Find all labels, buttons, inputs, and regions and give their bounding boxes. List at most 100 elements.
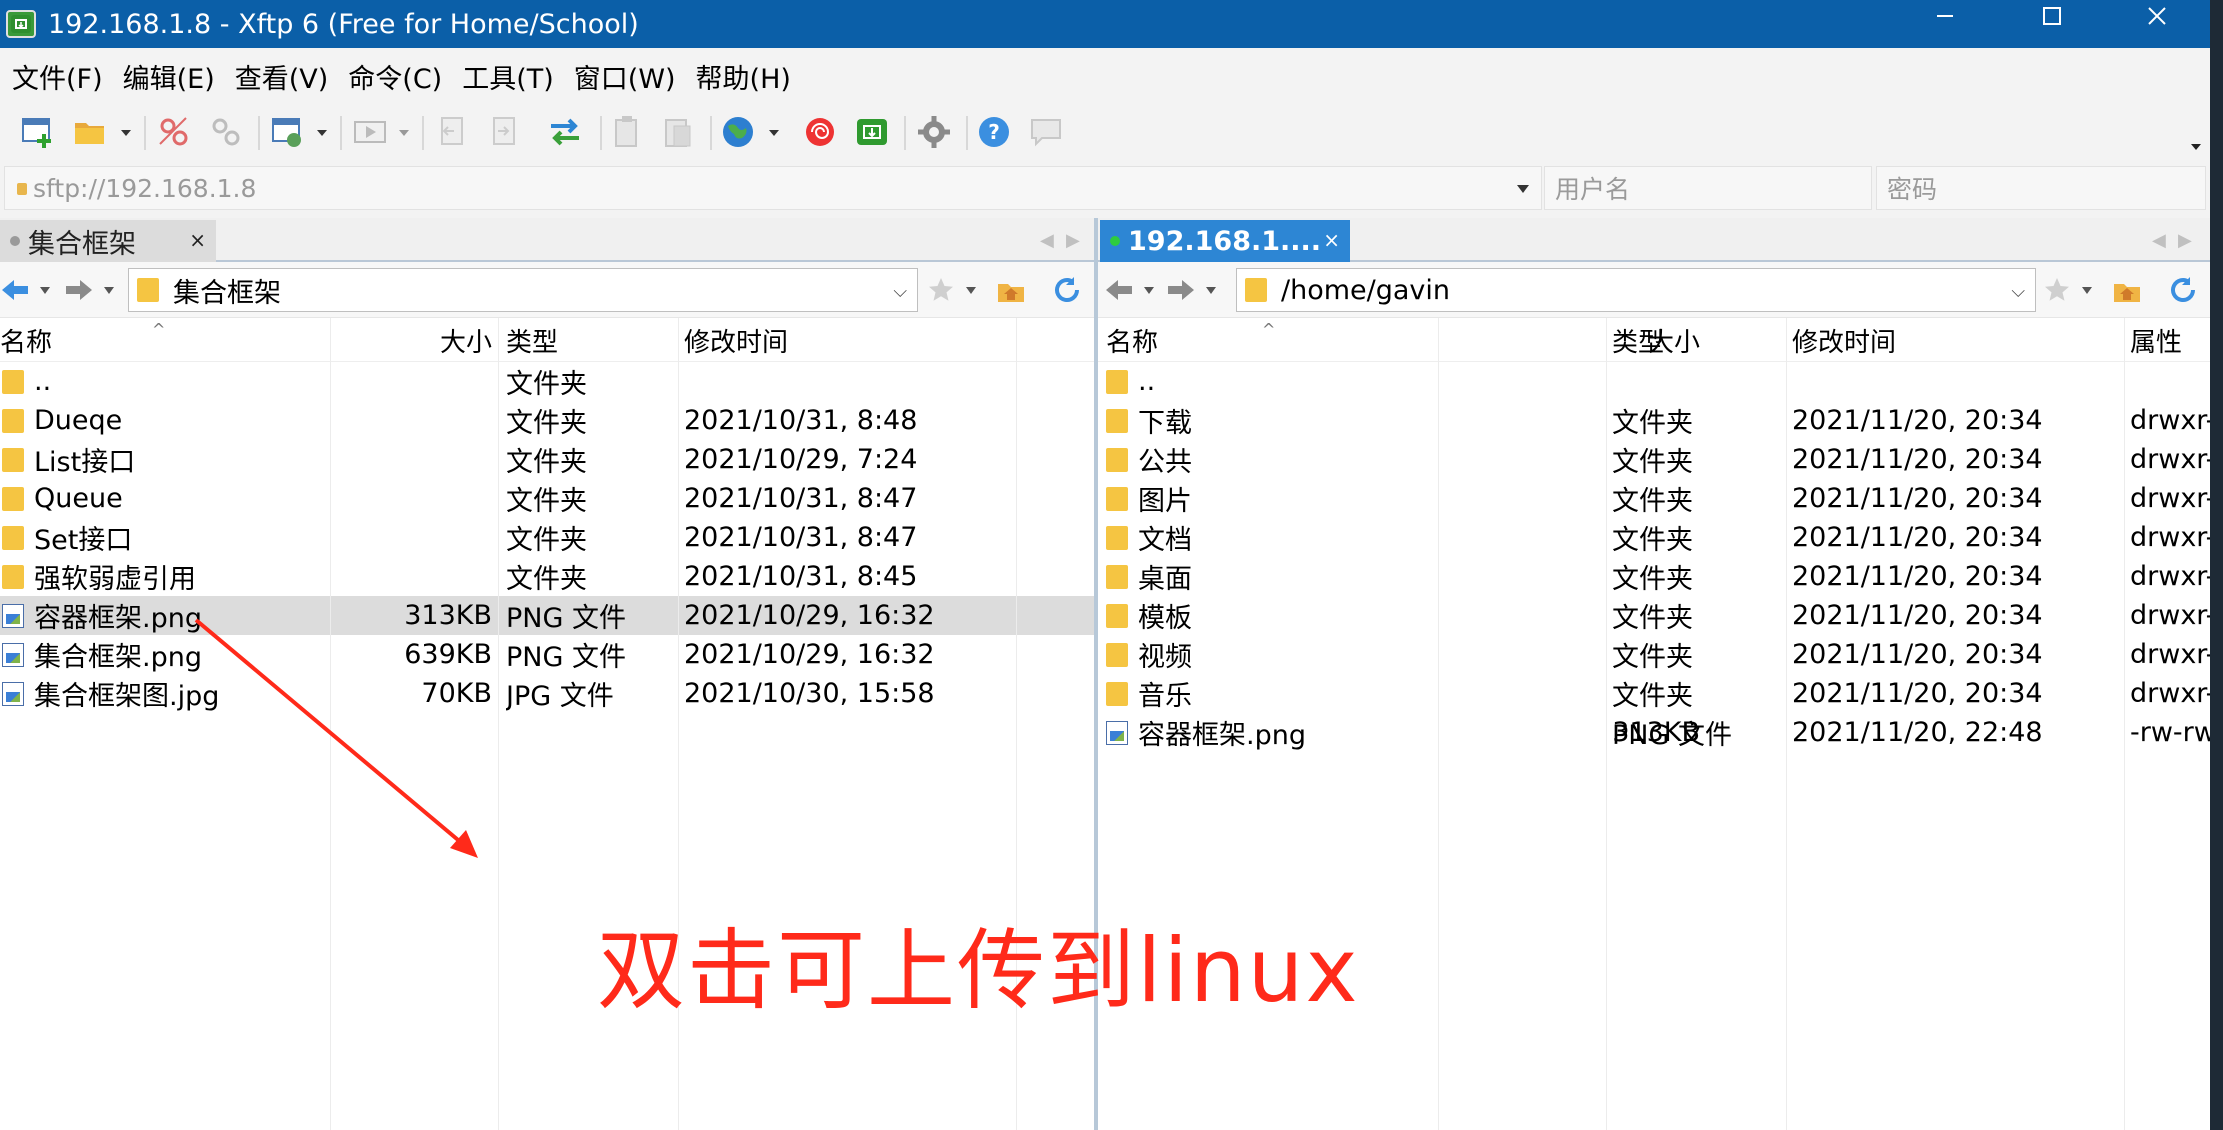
reconnect-icon[interactable] <box>206 112 246 152</box>
password-field[interactable]: 密码 <box>1876 166 2206 210</box>
table-row[interactable]: Dueqe 文件夹 2021/10/31, 8:48 <box>0 401 1094 440</box>
table-row[interactable]: 文档 文件夹 2021/11/20, 20:34 drwxr- <box>1098 518 2210 557</box>
open-dropdown-icon[interactable] <box>120 124 132 136</box>
home-folder-icon[interactable] <box>2112 276 2142 304</box>
table-row[interactable]: 音乐 文件夹 2021/11/20, 20:34 drwxr- <box>1098 674 2210 713</box>
globe-icon[interactable] <box>718 112 758 152</box>
svg-text:?: ? <box>988 120 1000 144</box>
play-dropdown-icon[interactable] <box>398 124 410 136</box>
tab-prev-icon[interactable]: ◀ <box>1040 230 1054 251</box>
menu-edit[interactable]: 编辑(E) <box>115 57 223 96</box>
new-session-icon[interactable] <box>18 112 58 152</box>
col-modified-header[interactable]: 修改时间 <box>684 318 788 362</box>
tab-remote[interactable]: 192.168.1.... × <box>1100 220 1350 262</box>
col-name-header[interactable]: 名称 <box>1106 318 1158 362</box>
table-row[interactable]: 容器框架.png 313KB PNG 文件 2021/11/20, 22:48 -rw-… <box>1098 713 2210 752</box>
star-dropdown-icon[interactable] <box>966 287 976 294</box>
address-dropdown-icon[interactable] <box>1517 185 1529 193</box>
table-row[interactable]: 公共 文件夹 2021/11/20, 20:34 drwxr- <box>1098 440 2210 479</box>
sort-ascending-icon: ^ <box>152 320 166 339</box>
chevron-down-icon[interactable]: ⌵ <box>893 281 907 302</box>
col-modified-header[interactable]: 修改时间 <box>1792 318 1896 362</box>
toolbar-separator <box>422 116 424 150</box>
table-row[interactable]: 视频 文件夹 2021/11/20, 20:34 drwxr- <box>1098 635 2210 674</box>
file-type-cell: PNG 文件 <box>506 603 626 634</box>
table-row[interactable]: 模板 文件夹 2021/11/20, 20:34 drwxr- <box>1098 596 2210 635</box>
chevron-down-icon[interactable]: ⌵ <box>2011 281 2025 302</box>
table-row[interactable]: List接口 文件夹 2021/10/29, 7:24 <box>0 440 1094 479</box>
close-icon[interactable]: × <box>1323 228 1340 252</box>
table-row[interactable]: 图片 文件夹 2021/11/20, 20:34 drwxr- <box>1098 479 2210 518</box>
address-input[interactable]: sftp://192.168.1.8 <box>4 166 1542 210</box>
col-size-header[interactable]: 大小 <box>330 318 492 362</box>
table-row[interactable]: .. <box>1098 362 2210 401</box>
toolbar-overflow-icon[interactable] <box>2190 138 2202 150</box>
star-icon[interactable] <box>926 276 956 304</box>
menu-window[interactable]: 窗口(W) <box>566 57 684 96</box>
file-size-cell <box>330 518 492 557</box>
menu-help[interactable]: 帮助(H) <box>688 57 799 96</box>
disconnect-icon[interactable] <box>154 112 194 152</box>
chat-icon[interactable] <box>1026 112 1066 152</box>
col-name-header[interactable]: 名称 <box>0 318 52 362</box>
table-row[interactable]: 强软弱虚引用 文件夹 2021/10/31, 8:45 <box>0 557 1094 596</box>
paste-icon[interactable] <box>608 112 648 152</box>
toolbar-separator <box>904 116 906 150</box>
username-field[interactable]: 用户名 <box>1544 166 1872 210</box>
table-row[interactable]: Queue 文件夹 2021/10/31, 8:47 <box>0 479 1094 518</box>
properties-icon[interactable] <box>268 112 308 152</box>
minimize-button[interactable] <box>1900 0 1990 32</box>
star-dropdown-icon[interactable] <box>2082 287 2092 294</box>
close-icon[interactable]: × <box>189 228 206 252</box>
file-attr-cell: drwxr- <box>2130 522 2210 553</box>
file-modified-cell: 2021/11/20, 20:34 <box>1792 561 2043 592</box>
col-attr-header[interactable]: 属性 <box>2130 318 2182 362</box>
gear-icon[interactable] <box>914 112 954 152</box>
table-row[interactable]: 集合框架.png 639KB PNG 文件 2021/10/29, 16:32 <box>0 635 1094 674</box>
remote-path-combo[interactable]: /home/gavin ⌵ <box>1236 268 2036 312</box>
paste2-icon[interactable] <box>658 112 698 152</box>
table-row[interactable]: 下载 文件夹 2021/11/20, 20:34 drwxr- <box>1098 401 2210 440</box>
xshell-icon[interactable] <box>800 112 840 152</box>
xftp-icon[interactable] <box>852 112 892 152</box>
maximize-button[interactable] <box>2007 0 2097 32</box>
tab-next-icon[interactable]: ▶ <box>2178 230 2192 251</box>
properties-dropdown-icon[interactable] <box>316 124 328 136</box>
table-row[interactable]: 桌面 文件夹 2021/11/20, 20:34 drwxr- <box>1098 557 2210 596</box>
tab-prev-icon[interactable]: ◀ <box>2152 230 2166 251</box>
back-dropdown-icon[interactable] <box>1144 287 1154 294</box>
copy-left-icon[interactable] <box>432 112 472 152</box>
refresh-icon[interactable] <box>2168 276 2198 304</box>
forward-dropdown-icon[interactable] <box>104 287 114 294</box>
open-folder-icon[interactable] <box>70 112 110 152</box>
table-row[interactable]: .. 文件夹 <box>0 362 1094 401</box>
globe-dropdown-icon[interactable] <box>768 124 780 136</box>
back-arrow-icon[interactable] <box>0 276 30 304</box>
back-dropdown-icon[interactable] <box>40 287 50 294</box>
table-row[interactable]: 集合框架图.jpg 70KB JPG 文件 2021/10/30, 15:58 <box>0 674 1094 713</box>
menu-file[interactable]: 文件(F) <box>4 57 111 96</box>
menu-tools[interactable]: 工具(T) <box>454 57 562 96</box>
back-arrow-icon[interactable] <box>1104 276 1134 304</box>
table-row[interactable]: Set接口 文件夹 2021/10/31, 8:47 <box>0 518 1094 557</box>
tab-local[interactable]: 集合框架 × <box>0 220 216 262</box>
play-icon[interactable] <box>350 112 390 152</box>
remote-header-row: 名称 ^ 大小 类型 修改时间 属性 <box>1098 318 2210 362</box>
help-icon[interactable]: ? <box>974 112 1014 152</box>
forward-arrow-icon[interactable] <box>1166 276 1196 304</box>
close-window-button[interactable] <box>2112 0 2202 32</box>
transfer-icon[interactable] <box>545 112 585 152</box>
menu-command[interactable]: 命令(C) <box>340 57 450 96</box>
forward-arrow-icon[interactable] <box>64 276 94 304</box>
tab-next-icon[interactable]: ▶ <box>1066 230 1080 251</box>
forward-dropdown-icon[interactable] <box>1206 287 1216 294</box>
menu-view[interactable]: 查看(V) <box>227 57 337 96</box>
col-type-header[interactable]: 类型 <box>506 318 558 362</box>
table-row[interactable]: 容器框架.png 313KB PNG 文件 2021/10/29, 16:32 <box>0 596 1094 635</box>
star-icon[interactable] <box>2042 276 2072 304</box>
refresh-icon[interactable] <box>1052 276 1082 304</box>
col-type-header[interactable]: 类型 <box>1612 318 1664 362</box>
local-path-combo[interactable]: 集合框架 ⌵ <box>128 268 918 312</box>
home-folder-icon[interactable] <box>996 276 1026 304</box>
copy-right-icon[interactable] <box>484 112 524 152</box>
